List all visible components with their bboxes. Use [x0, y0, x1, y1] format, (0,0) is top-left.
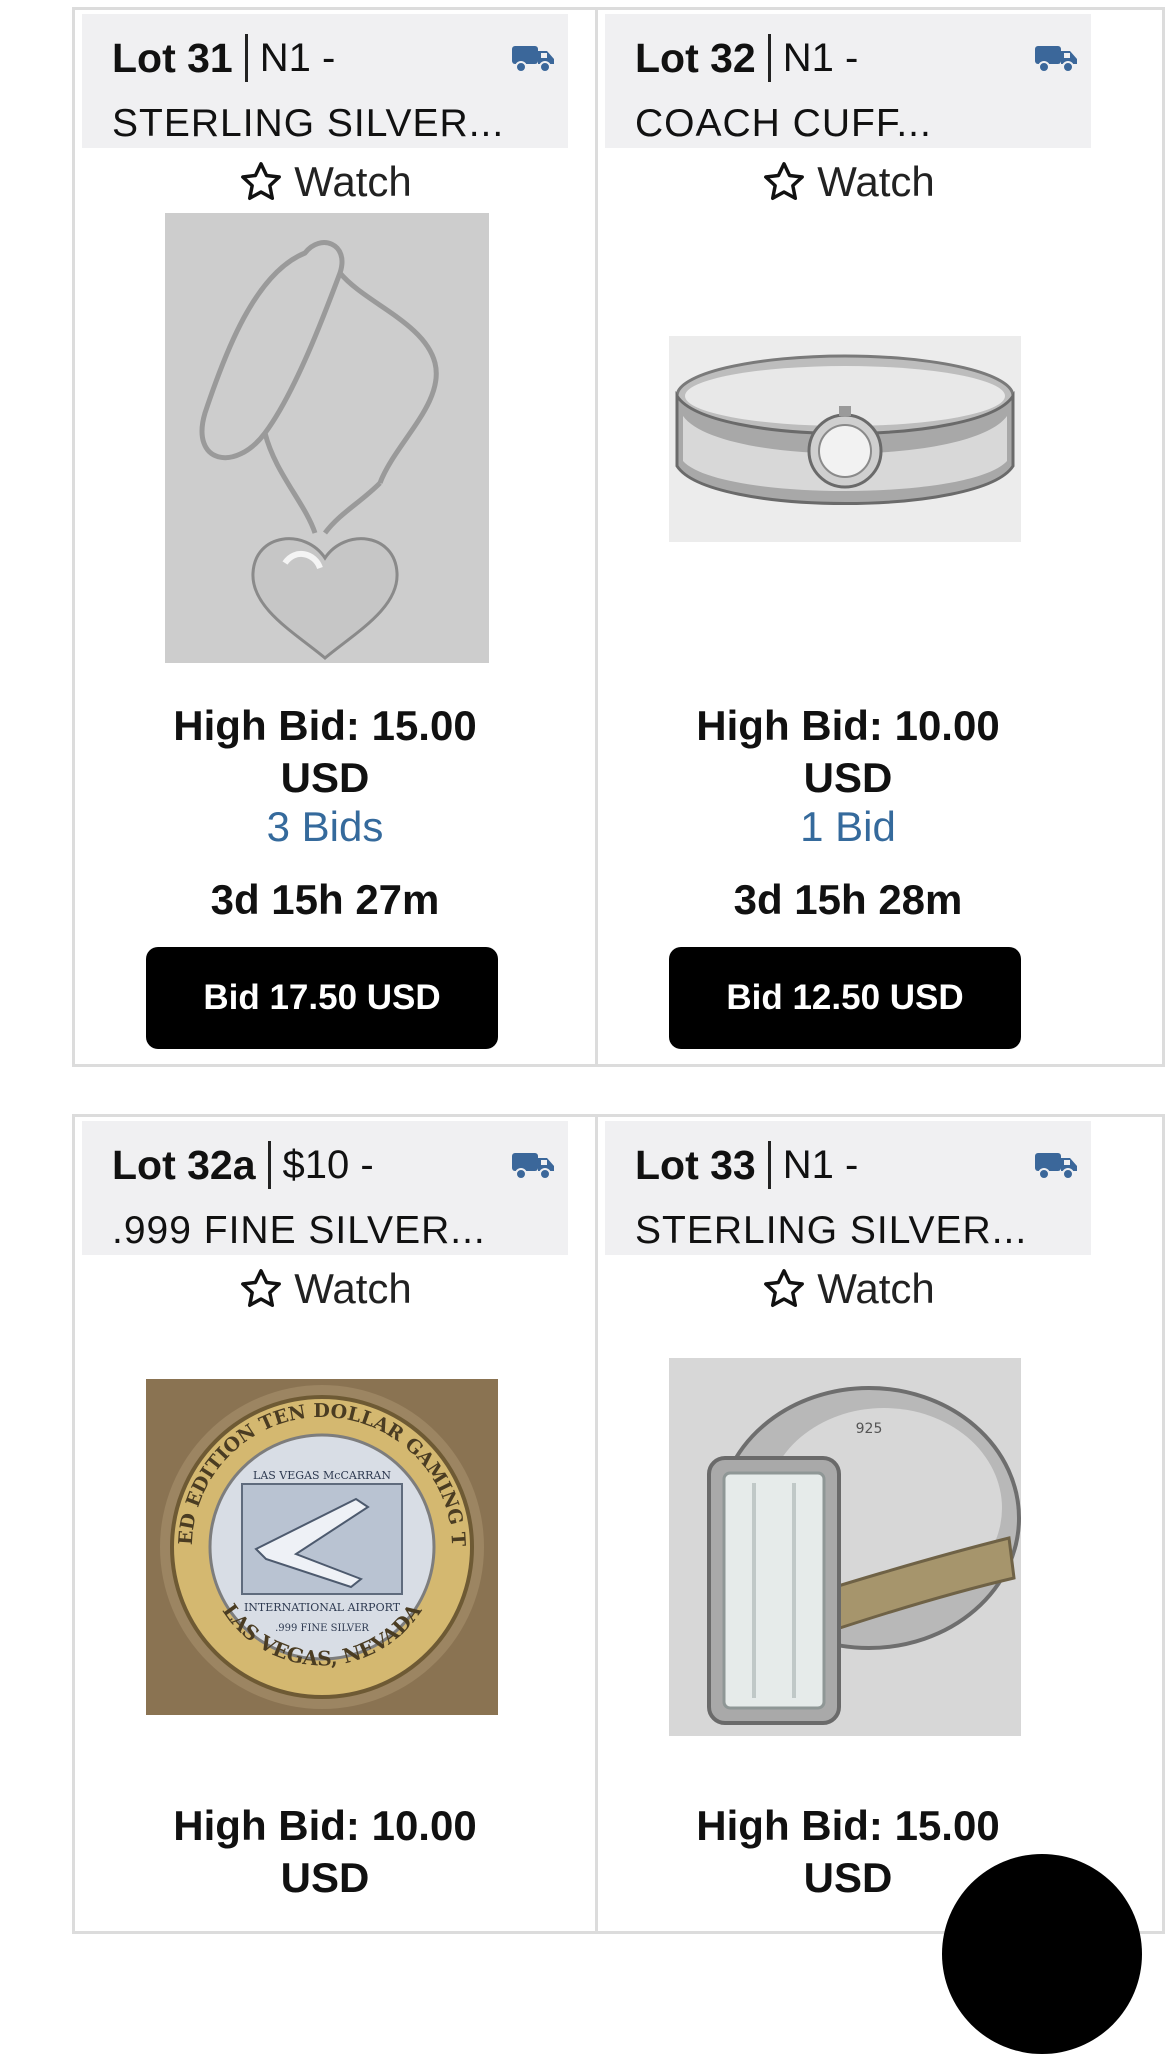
watch-label: Watch — [294, 1265, 412, 1312]
time-left: 3d 15h 27m — [210, 876, 440, 923]
time-left: 3d 15h 28m — [733, 876, 963, 923]
item-image-heart-necklace[interactable] — [165, 213, 489, 663]
floating-action-button[interactable] — [942, 1854, 1142, 2054]
currency: USD — [280, 754, 370, 801]
bid-count-link[interactable]: 1 Bid — [598, 803, 1098, 851]
lot-number: Lot 33 — [635, 1141, 756, 1188]
item-image-silver-token[interactable]: LIMITED EDITION TEN DOLLAR GAMING TOKEN … — [146, 1379, 498, 1715]
lot-code: N1 - — [782, 35, 859, 80]
cuff-graphic — [675, 354, 1015, 505]
divider — [767, 34, 771, 82]
token-line-2: INTERNATIONAL AIRPORT — [244, 1601, 401, 1614]
lot-code: $10 - — [282, 1142, 374, 1187]
watch-label: Watch — [294, 158, 412, 205]
watch-button[interactable]: Watch — [75, 158, 575, 206]
bid-button[interactable]: Bid 12.50 USD — [669, 947, 1021, 1049]
token-line-3: .999 FINE SILVER — [275, 1623, 369, 1634]
lot-header[interactable]: Lot 33 N1 - STERLING SILVER... — [605, 1121, 1091, 1255]
bid-count-link[interactable]: 3 Bids — [75, 803, 575, 851]
lot-title[interactable]: COACH CUFF... — [635, 102, 932, 146]
lot-number: Lot 32a — [112, 1141, 256, 1188]
lot-title[interactable]: STERLING SILVER... — [112, 102, 504, 146]
lot-card[interactable]: Lot 33 N1 - STERLING SILVER... Watch 925 — [595, 1114, 1165, 1934]
truck-icon — [1035, 1153, 1077, 1180]
truck-icon — [1035, 46, 1077, 73]
watch-button[interactable]: Watch — [598, 1265, 1098, 1313]
high-bid-amount: High Bid: 15.00 — [696, 1802, 1000, 1849]
lot-number: Lot 31 — [112, 34, 233, 81]
ring-stamp: 925 — [856, 1421, 883, 1437]
ring-graphic: 925 — [707, 1386, 1021, 1725]
item-image-silver-ring[interactable]: 925 — [669, 1358, 1021, 1736]
star-outline-icon — [241, 1269, 282, 1308]
divider — [267, 1141, 271, 1189]
currency: USD — [280, 1854, 370, 1901]
currency: USD — [803, 754, 893, 801]
watch-button[interactable]: Watch — [598, 158, 1098, 206]
lot-code: N1 - — [782, 1142, 859, 1187]
lot-card[interactable]: Lot 32 N1 - COACH CUFF... Watch High Bid… — [595, 7, 1165, 1067]
lot-header[interactable]: Lot 31 N1 - STERLING SILVER... — [82, 14, 568, 148]
lot-title[interactable]: .999 FINE SILVER... — [112, 1209, 486, 1253]
lot-code: N1 - — [259, 35, 336, 80]
high-bid-amount: High Bid: 10.00 — [173, 1802, 477, 1849]
watch-button[interactable]: Watch — [75, 1265, 575, 1313]
lot-header[interactable]: Lot 32a $10 - .999 FINE SILVER... — [82, 1121, 568, 1255]
necklace-graphic — [199, 240, 439, 660]
watch-label: Watch — [817, 1265, 935, 1312]
bid-button[interactable]: Bid 17.50 USD — [146, 947, 498, 1049]
item-image-coach-cuff[interactable] — [669, 336, 1021, 542]
star-outline-icon — [764, 1269, 805, 1308]
lot-title[interactable]: STERLING SILVER... — [635, 1209, 1027, 1253]
lot-card[interactable]: Lot 32a $10 - .999 FINE SILVER... Watch — [72, 1114, 642, 1934]
high-bid-amount: High Bid: 10.00 — [696, 702, 1000, 749]
token-line-1: LAS VEGAS McCARRAN — [253, 1469, 391, 1482]
star-outline-icon — [241, 162, 282, 201]
high-bid-amount: High Bid: 15.00 — [173, 702, 477, 749]
high-bid: High Bid: 15.00 USD — [75, 700, 575, 804]
divider — [244, 34, 248, 82]
lot-header[interactable]: Lot 32 N1 - COACH CUFF... — [605, 14, 1091, 148]
high-bid: High Bid: 10.00 USD — [75, 1800, 575, 1904]
star-outline-icon — [764, 162, 805, 201]
divider — [767, 1141, 771, 1189]
high-bid: High Bid: 10.00 USD — [598, 700, 1098, 804]
lot-number: Lot 32 — [635, 34, 756, 81]
truck-icon — [512, 46, 554, 73]
watch-label: Watch — [817, 158, 935, 205]
truck-icon — [512, 1153, 554, 1180]
token-graphic: LIMITED EDITION TEN DOLLAR GAMING TOKEN … — [146, 1379, 484, 1709]
lot-card[interactable]: Lot 31 N1 - STERLING SILVER... Watch Hig… — [72, 7, 642, 1067]
